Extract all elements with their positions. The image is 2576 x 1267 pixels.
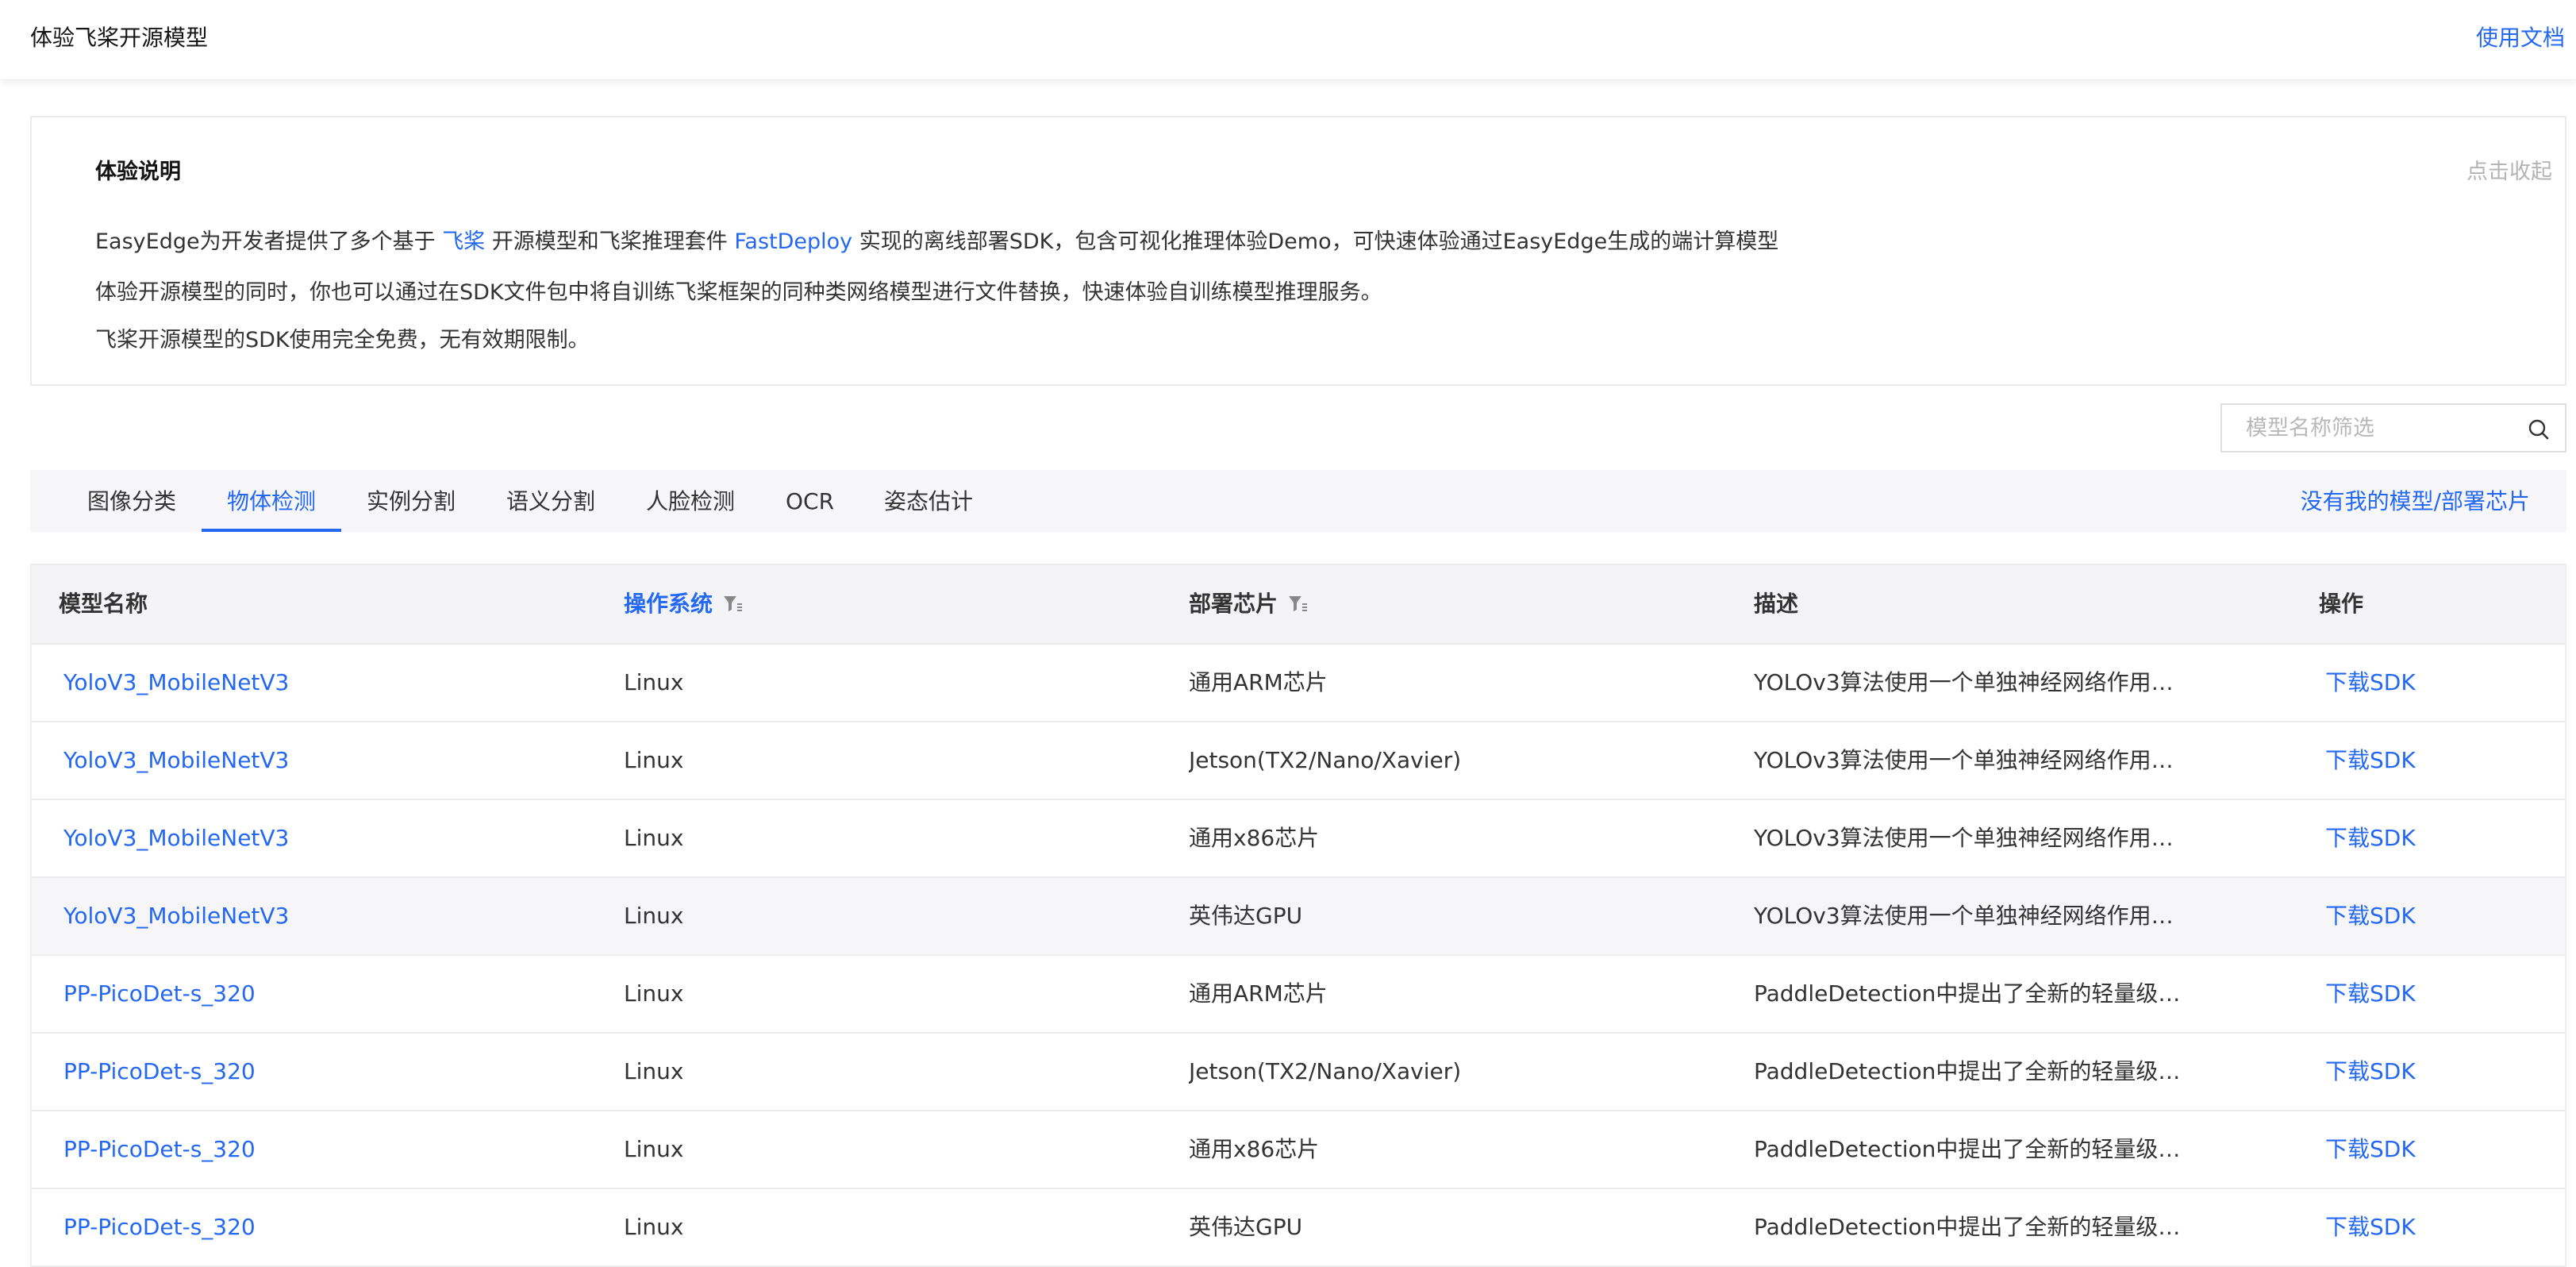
intro-line-3: 飞桨开源模型的SDK使用完全免费，无有效期限制。 — [95, 328, 590, 352]
table-row: PP-PicoDet-s_320 Linux Jetson(TX2/Nano/X… — [32, 1034, 2565, 1111]
no-model-link[interactable]: 没有我的模型/部署芯片 — [2301, 470, 2530, 533]
download-sdk-link[interactable]: 下载SDK — [2325, 1111, 2416, 1188]
chip-cell: 通用x86芯片 — [1189, 1136, 1320, 1162]
table-row: PP-PicoDet-s_320 Linux 通用ARM芯片 PaddleDet… — [32, 956, 2565, 1034]
download-sdk-link[interactable]: 下载SDK — [2325, 1034, 2416, 1110]
model-name-link[interactable]: PP-PicoDet-s_320 — [63, 1189, 556, 1265]
chip-cell: 通用x86芯片 — [1189, 825, 1320, 851]
description-cell: PaddleDetection中提出了全新的轻量级… — [1754, 1058, 2181, 1084]
chip-cell: 通用ARM芯片 — [1189, 980, 1328, 1007]
intro-text: EasyEdge为开发者提供了多个基于 — [95, 229, 443, 254]
description-cell: PaddleDetection中提出了全新的轻量级… — [1754, 1214, 2181, 1240]
description-cell: PaddleDetection中提出了全新的轻量级… — [1754, 1136, 2181, 1162]
model-name-link[interactable]: YoloV3_MobileNetV3 — [63, 645, 556, 721]
chip-cell: Jetson(TX2/Nano/Xavier) — [1189, 747, 1462, 773]
col-chip[interactable]: 部署芯片 — [1189, 565, 1308, 643]
tab-ocr[interactable]: OCR — [786, 470, 834, 532]
description-cell: YOLOv3算法使用一个单独神经网络作用… — [1754, 825, 2174, 851]
intro-text: 开源模型和飞桨推理套件 — [485, 229, 735, 254]
download-sdk-link[interactable]: 下载SDK — [2325, 645, 2416, 721]
chip-cell: 通用ARM芯片 — [1189, 669, 1328, 695]
model-name-link[interactable]: PP-PicoDet-s_320 — [63, 1034, 556, 1110]
model-search-box — [2220, 403, 2566, 452]
model-search-input[interactable] — [2246, 405, 2516, 451]
os-cell: Linux — [624, 1058, 684, 1084]
filter-icon[interactable] — [722, 593, 743, 614]
os-cell: Linux — [624, 669, 684, 695]
table-row: PP-PicoDet-s_320 Linux 通用x86芯片 PaddleDet… — [32, 1111, 2565, 1189]
os-cell: Linux — [624, 1214, 684, 1240]
filter-icon[interactable] — [1287, 593, 1308, 614]
tab-object-detection[interactable]: 物体检测 — [227, 470, 316, 532]
description-cell: YOLOv3算法使用一个单独神经网络作用… — [1754, 747, 2174, 773]
download-sdk-link[interactable]: 下载SDK — [2325, 1189, 2416, 1265]
table-row: YoloV3_MobileNetV3 Linux Jetson(TX2/Nano… — [32, 722, 2565, 800]
download-sdk-link[interactable]: 下载SDK — [2325, 878, 2416, 954]
intro-title: 体验说明 — [95, 160, 181, 184]
os-cell: Linux — [624, 903, 684, 929]
tab-image-classification[interactable]: 图像分类 — [87, 470, 176, 532]
chip-cell: 英伟达GPU — [1189, 903, 1303, 929]
tab-face-detection[interactable]: 人脸检测 — [646, 470, 735, 532]
os-cell: Linux — [624, 747, 684, 773]
model-name-link[interactable]: YoloV3_MobileNetV3 — [63, 878, 556, 954]
description-cell: YOLOv3算法使用一个单独神经网络作用… — [1754, 903, 2174, 929]
col-os-label: 操作系统 — [624, 591, 713, 617]
model-name-link[interactable]: YoloV3_MobileNetV3 — [63, 800, 556, 876]
active-tab-indicator — [202, 529, 341, 532]
os-cell: Linux — [624, 980, 684, 1007]
table-row: YoloV3_MobileNetV3 Linux 通用ARM芯片 YOLOv3算… — [32, 645, 2565, 722]
intro-panel: 体验说明 点击收起 EasyEdge为开发者提供了多个基于 飞桨 开源模型和飞桨… — [30, 116, 2566, 386]
os-cell: Linux — [624, 1136, 684, 1162]
paddle-link[interactable]: 飞桨 — [442, 229, 485, 254]
col-actions: 操作 — [2319, 591, 2364, 617]
search-icon[interactable] — [2527, 418, 2551, 441]
model-name-link[interactable]: YoloV3_MobileNetV3 — [63, 722, 556, 799]
download-sdk-link[interactable]: 下载SDK — [2325, 722, 2416, 799]
model-table: 模型名称 操作系统 部署芯片 描述 操作 YoloV3_MobileNetV3 … — [30, 564, 2566, 1267]
chip-cell: 英伟达GPU — [1189, 1214, 1303, 1240]
os-cell: Linux — [624, 825, 684, 851]
table-header: 模型名称 操作系统 部署芯片 描述 操作 — [32, 565, 2565, 645]
table-row: YoloV3_MobileNetV3 Linux 英伟达GPU YOLOv3算法… — [32, 878, 2565, 956]
intro-text: 实现的离线部署SDK，包含可视化推理体验Demo，可快速体验通过EasyEdge… — [852, 229, 1779, 254]
fastdeploy-link[interactable]: FastDeploy — [734, 229, 852, 254]
table-row: YoloV3_MobileNetV3 Linux 通用x86芯片 YOLOv3算… — [32, 800, 2565, 878]
collapse-link[interactable]: 点击收起 — [2466, 154, 2552, 185]
top-bar: 体验飞桨开源模型 使用文档 — [0, 0, 2576, 80]
tab-semantic-segmentation[interactable]: 语义分割 — [506, 470, 595, 532]
chip-cell: Jetson(TX2/Nano/Xavier) — [1189, 1058, 1462, 1084]
description-cell: YOLOv3算法使用一个单独神经网络作用… — [1754, 669, 2174, 695]
download-sdk-link[interactable]: 下载SDK — [2325, 956, 2416, 1032]
docs-link[interactable]: 使用文档 — [2476, 21, 2565, 52]
table-row: PP-PicoDet-s_320 Linux 英伟达GPU PaddleDete… — [32, 1189, 2565, 1267]
category-tabs: 图像分类 物体检测 实例分割 语义分割 人脸检测 OCR 姿态估计 没有我的模型… — [30, 470, 2566, 532]
intro-line-2: 体验开源模型的同时，你也可以通过在SDK文件包中将自训练飞桨框架的同种类网络模型… — [95, 280, 1382, 305]
col-description: 描述 — [1754, 591, 1799, 617]
page-title: 体验飞桨开源模型 — [30, 25, 209, 51]
col-model-name: 模型名称 — [59, 591, 148, 617]
model-name-link[interactable]: PP-PicoDet-s_320 — [63, 1111, 556, 1188]
tab-pose-estimation[interactable]: 姿态估计 — [884, 470, 973, 532]
tab-instance-segmentation[interactable]: 实例分割 — [367, 470, 456, 532]
description-cell: PaddleDetection中提出了全新的轻量级… — [1754, 980, 2181, 1007]
download-sdk-link[interactable]: 下载SDK — [2325, 800, 2416, 876]
intro-line-1: EasyEdge为开发者提供了多个基于 飞桨 开源模型和飞桨推理套件 FastD… — [95, 224, 1778, 255]
model-name-link[interactable]: PP-PicoDet-s_320 — [63, 956, 556, 1032]
col-chip-label: 部署芯片 — [1189, 591, 1278, 617]
col-os[interactable]: 操作系统 — [624, 565, 743, 643]
